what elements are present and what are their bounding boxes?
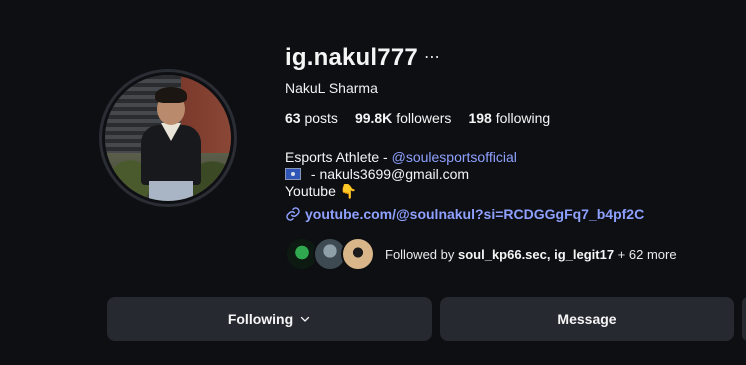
profile-username: ig.nakul777 bbox=[285, 44, 418, 71]
following-label: Following bbox=[227, 311, 294, 327]
followed-by-text: Followed by soul_kp66.sec, ig_legit17 + … bbox=[385, 246, 677, 262]
more-options-icon[interactable]: ⋯ bbox=[424, 47, 440, 67]
link-icon bbox=[286, 207, 300, 221]
message-button[interactable]: Message bbox=[440, 297, 734, 341]
profile-full-name: NakuL Sharma bbox=[285, 80, 378, 96]
profile-external-link[interactable]: youtube.com/@soulnakul?si=RCDGGgFq7_b4pf… bbox=[285, 206, 644, 222]
bio-line-3: Youtube 👇 bbox=[285, 183, 358, 199]
followers-stat[interactable]: 99.8K followers bbox=[355, 110, 452, 126]
following-button[interactable]: Following bbox=[107, 297, 432, 341]
flag-icon bbox=[285, 168, 301, 180]
bio-line-2: - nakuls3699@gmail.com bbox=[285, 166, 517, 183]
chevron-down-icon bbox=[301, 316, 310, 322]
profile-bio: Esports Athlete - @soulesportsofficial -… bbox=[285, 149, 517, 200]
bio-line-1: Esports Athlete - @soulesportsofficial bbox=[285, 149, 517, 165]
message-label: Message bbox=[557, 311, 617, 327]
pointing-down-icon: 👇 bbox=[339, 183, 358, 199]
link-text[interactable]: youtube.com/@soulnakul?si=RCDGGgFq7_b4pf… bbox=[305, 206, 644, 222]
avatar-photo bbox=[105, 75, 231, 201]
add-friend-button[interactable] bbox=[742, 297, 746, 341]
posts-stat: 63 posts bbox=[285, 110, 338, 126]
follower-avatar bbox=[341, 237, 375, 271]
profile-avatar[interactable] bbox=[99, 69, 237, 207]
bio-mention-link[interactable]: @soulesportsofficial bbox=[392, 149, 517, 165]
following-stat[interactable]: 198 following bbox=[468, 110, 550, 126]
followed-by-row[interactable]: Followed by soul_kp66.sec, ig_legit17 + … bbox=[285, 237, 677, 271]
profile-stats: 63 posts 99.8K followers 198 following bbox=[285, 110, 550, 126]
